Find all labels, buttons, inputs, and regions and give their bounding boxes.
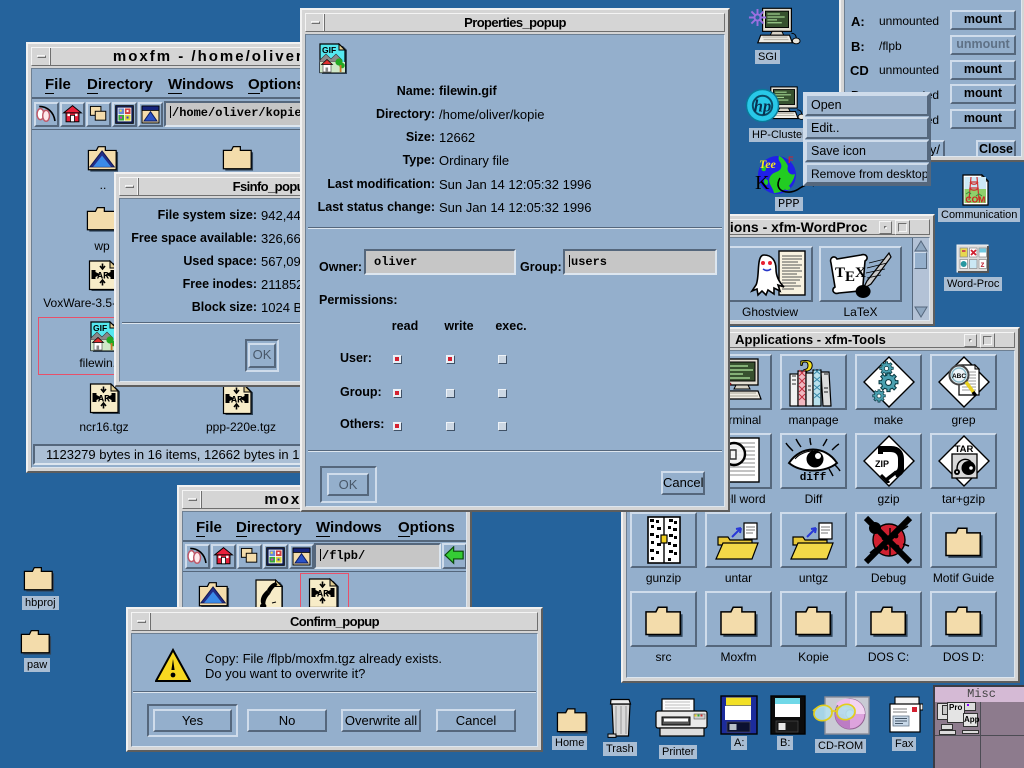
- svg-text:ABC: ABC: [952, 373, 966, 380]
